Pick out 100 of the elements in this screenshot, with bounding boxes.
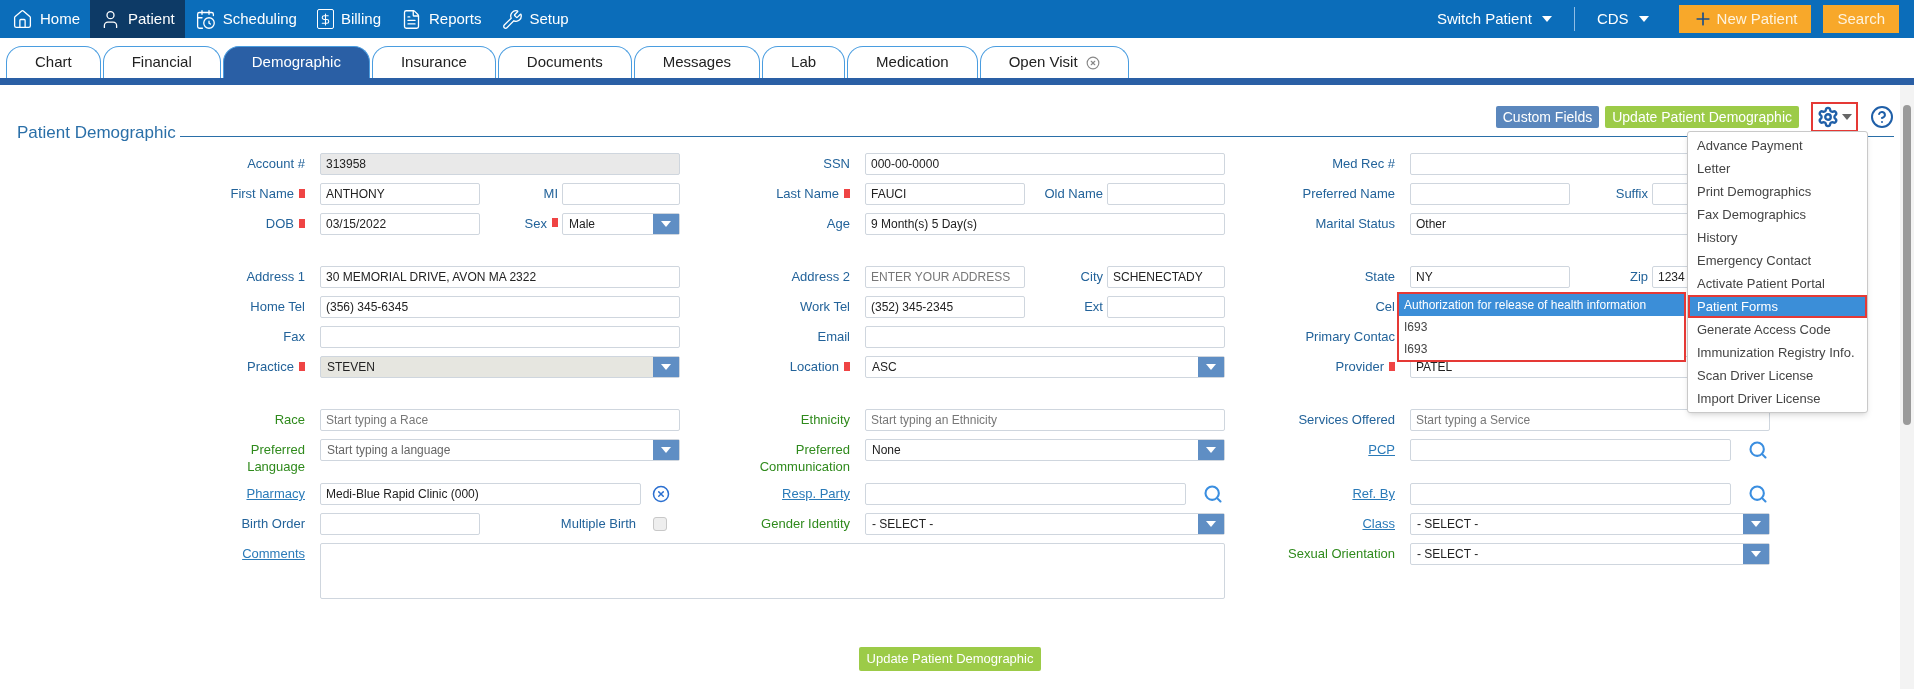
input-field[interactable]: Start typing an Ethnicity [865,409,1225,431]
field-link[interactable]: Ref. By [1352,485,1395,502]
checkbox[interactable] [653,517,667,531]
tab[interactable]: Chart [6,46,101,78]
input-field[interactable] [1410,439,1731,461]
input-field[interactable]: Start typing a Race [320,409,680,431]
input-field[interactable]: Medi-Blue Rapid Clinic (000) [320,483,641,505]
dropdown[interactable]: - SELECT - [865,513,1225,535]
field-label: Gender Identity [761,515,850,532]
input-field[interactable]: 9 Month(s) 5 Day(s) [865,213,1225,235]
search-icon[interactable] [1203,484,1223,504]
input-field[interactable] [1410,183,1570,205]
field-label: DOB [265,215,305,232]
field-label: State [1364,268,1395,285]
custom-fields-button[interactable]: Custom Fields [1495,106,1600,128]
dropdown[interactable]: ASC [865,356,1225,378]
field-label: Sex [524,214,558,234]
field-label: Multiple Birth [560,515,636,534]
field-label: Location [789,358,850,375]
required-marker [1389,362,1395,371]
field-label: Ext [1084,298,1103,317]
input-field[interactable] [1410,483,1731,505]
dropdown[interactable]: Start typing a language [320,439,680,461]
input-field[interactable]: FAUCI [865,183,1025,205]
input-field[interactable]: 03/15/2022 [320,213,480,235]
dropdown[interactable]: - SELECT - [1410,543,1770,565]
input-field[interactable] [320,513,480,535]
close-icon[interactable] [1085,55,1100,70]
field-label: Account # [247,155,305,172]
nav-item[interactable]: Reports [391,0,492,38]
required-marker [299,189,305,198]
input-field[interactable]: ENTER YOUR ADDRESS [865,266,1025,288]
search-icon[interactable] [1748,484,1768,504]
tab[interactable]: Documents [497,46,632,78]
tab[interactable]: Medication [847,46,978,78]
nav-item[interactable]: Billing [306,0,391,38]
caret-icon [1842,114,1852,120]
input-field[interactable] [320,326,680,348]
field-label: Med Rec # [1332,155,1395,172]
input-field[interactable]: (356) 345-6345 [320,296,680,318]
document-icon [401,8,422,30]
input-field[interactable] [562,183,680,205]
help-icon[interactable] [1870,105,1894,129]
field-label: Preferred Communication [758,441,850,475]
caret-icon [1751,551,1761,557]
tab[interactable]: Open Visit [979,46,1129,78]
field-label: Primary Contac [1305,328,1395,345]
tab[interactable]: Insurance [371,46,496,78]
menu-item[interactable]: Print Demographics [1688,180,1867,203]
search-icon[interactable] [1748,440,1768,460]
field-link[interactable]: Pharmacy [246,485,305,502]
field-label: Preferred Name [1302,185,1395,202]
input-field[interactable]: 000-00-0000 [865,153,1225,175]
input-field[interactable] [1107,296,1225,318]
tab[interactable]: Financial [102,46,221,78]
required-marker [552,218,558,228]
input-field[interactable]: SCHENECTADY [1107,266,1225,288]
input-field[interactable]: 30 MEMORIAL DRIVE, AVON MA 2322 [320,266,680,288]
dropdown[interactable]: Male [562,213,680,235]
dropdown[interactable]: - SELECT - [1410,513,1770,535]
input-field[interactable] [865,326,1225,348]
menu-item[interactable]: I693 [1399,316,1684,338]
field-label: Marital Status [1315,215,1395,232]
field-link[interactable]: PCP [1368,441,1395,458]
menu-item[interactable]: Letter [1688,157,1867,180]
tab[interactable]: Demographic [222,46,370,78]
nav-dropdown[interactable]: Switch Patient [1428,7,1560,31]
field-label: Ethnicity [800,411,850,428]
caret-icon [1541,16,1552,22]
field-link[interactable]: Class [1362,515,1395,532]
menu-item[interactable]: Emergency Contact [1688,249,1867,272]
input-field[interactable]: ANTHONY [320,183,480,205]
comments-field[interactable] [320,543,1225,599]
dropdown[interactable]: None [865,439,1225,461]
input-field[interactable]: NY [1410,266,1570,288]
scrollbar[interactable] [1900,85,1914,689]
caret-icon [661,221,671,227]
tab[interactable]: Messages [633,46,761,78]
nav-item[interactable]: Scheduling [184,0,307,38]
menu-item[interactable]: Import Driver License [1688,387,1867,410]
menu-item[interactable]: Advance Payment [1688,134,1867,157]
dollar-icon [316,9,334,29]
field-link[interactable]: Resp. Party [782,485,850,502]
menu-item[interactable]: Activate Patient Portal [1688,272,1867,295]
tab[interactable]: Lab [762,46,846,78]
input-field[interactable] [865,483,1186,505]
field-link[interactable]: Comments [242,545,305,562]
caret-icon [1206,447,1216,453]
nav-item[interactable]: Patient [90,0,185,38]
clear-icon[interactable] [651,485,670,503]
input-field[interactable] [1107,183,1225,205]
nav-item[interactable]: Setup [491,0,579,38]
input-field[interactable]: (352) 345-2345 [865,296,1025,318]
input-field[interactable]: Start typing a Service [1410,409,1770,431]
field-label: Address 2 [791,268,850,285]
menu-item[interactable]: Generate Access Code [1688,318,1867,341]
nav-dropdown[interactable]: CDS [1588,7,1657,31]
required-marker [844,189,850,198]
field-label: Address 1 [246,268,305,285]
nav-item[interactable]: Home [2,0,90,38]
